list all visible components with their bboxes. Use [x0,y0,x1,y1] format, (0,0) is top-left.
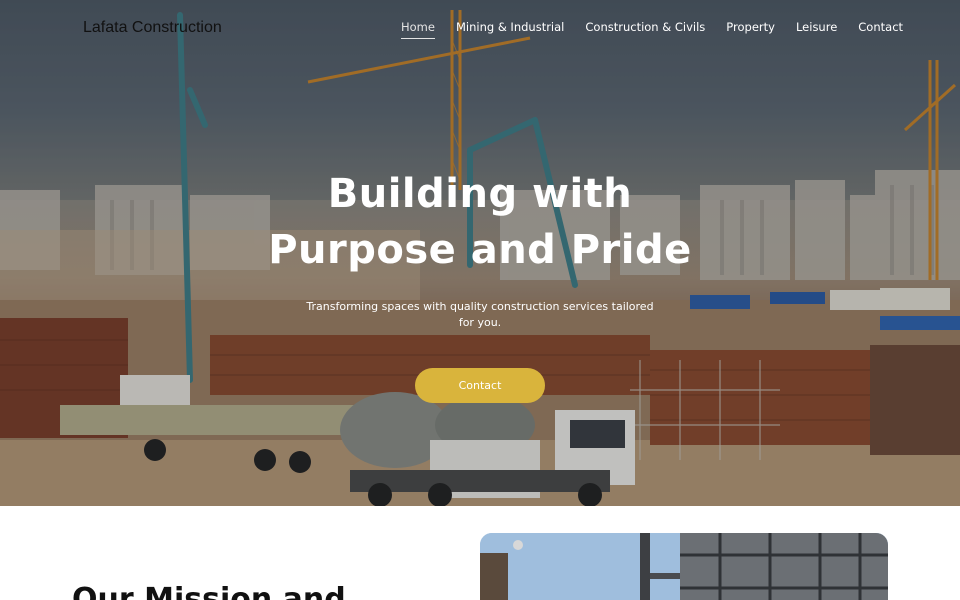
hero-title-line-1: Building with [327,171,633,217]
nav-link-leisure[interactable]: Leisure [796,20,837,39]
site-logo-text[interactable]: Lafata Construction [83,19,222,37]
hero-contact-button[interactable]: Contact [415,368,545,403]
top-navigation: Lafata Construction Home Mining & Indust… [0,0,960,56]
hero-title-line-2: Purpose and Pride [268,227,692,273]
nav-link-property[interactable]: Property [726,20,775,39]
mission-title: Our Mission and [72,582,346,600]
hero-subtitle: Transforming spaces with quality constru… [306,300,654,329]
hero-section: Lafata Construction Home Mining & Indust… [0,0,960,506]
nav-link-home[interactable]: Home [401,20,435,39]
nav-link-mining-industrial[interactable]: Mining & Industrial [456,20,564,39]
nav-link-contact[interactable]: Contact [858,20,903,39]
hero-title: Building with Purpose and Pride [0,166,960,278]
building-frame-photo [480,533,888,600]
nav-link-construction-civils[interactable]: Construction & Civils [585,20,705,39]
nav-links: Home Mining & Industrial Construction & … [401,20,924,39]
